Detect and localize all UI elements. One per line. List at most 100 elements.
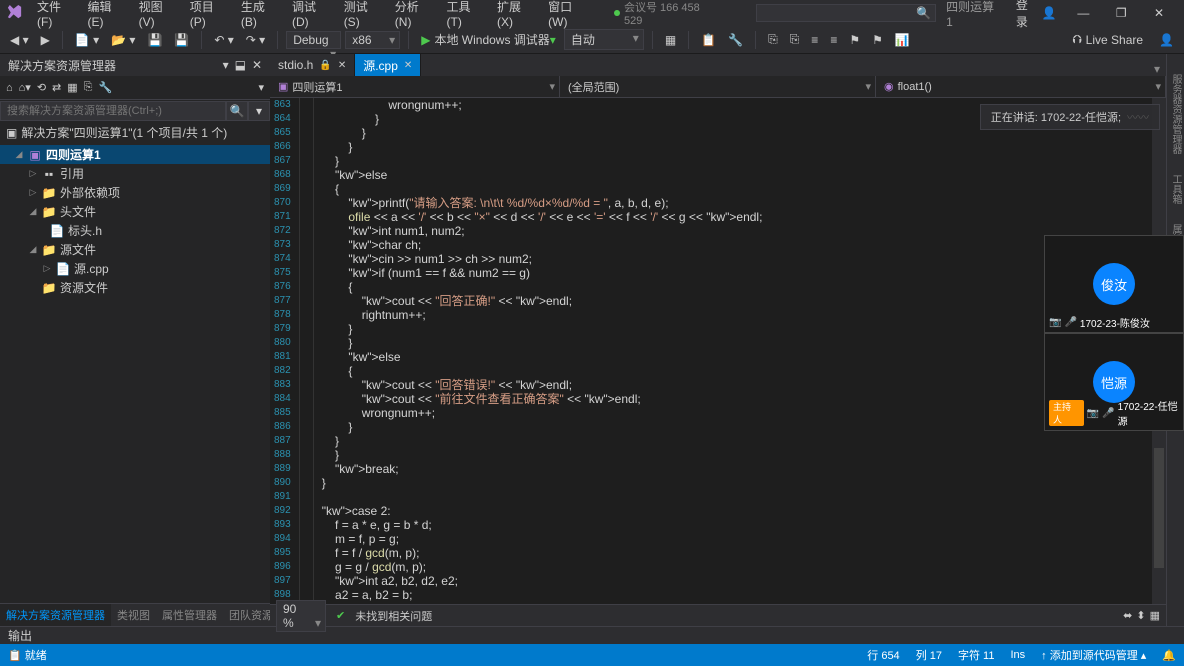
tool-icon-10[interactable]: 📊 <box>891 31 914 49</box>
start-debug-button[interactable]: ▶ 本地 Windows 调试器 ▾ <box>417 29 560 50</box>
menu-debug[interactable]: 调试(D) <box>286 0 336 32</box>
tool-icon-5[interactable]: ⎘ <box>786 30 804 49</box>
editor-tab-stdio[interactable]: stdio.h 🔒 ✕ <box>270 54 355 76</box>
expand-icon[interactable]: ◢ <box>14 149 24 160</box>
redo-button[interactable]: ↷ ▾ <box>242 31 269 49</box>
external-deps-node[interactable]: ▷ 📁 外部依赖项 <box>0 183 270 202</box>
sources-folder[interactable]: ◢ 📁 源文件 <box>0 240 270 259</box>
status-ins: Ins <box>1010 649 1025 661</box>
properties-icon[interactable]: 🔧 <box>98 81 112 94</box>
showall-icon[interactable]: ▦ <box>67 81 77 94</box>
split-h-icon[interactable]: ⬌ <box>1123 609 1132 622</box>
tool-icon-1[interactable]: ▦ <box>661 31 680 49</box>
home-dd-icon[interactable]: ⌂▾ <box>19 81 31 94</box>
login-button[interactable]: 登录 👤 <box>1008 0 1065 30</box>
host-badge: 主持人 <box>1049 400 1084 426</box>
dropdown-icon[interactable]: ▾ <box>223 58 229 72</box>
expand-icon[interactable]: ▷ <box>42 263 52 274</box>
open-button[interactable]: 📂 ▾ <box>107 31 139 49</box>
new-button[interactable]: 📄 ▾ <box>71 31 103 49</box>
menu-tools[interactable]: 工具(T) <box>441 0 489 32</box>
nav-back-button[interactable]: ◀ ▾ <box>6 31 33 49</box>
tab-property-manager[interactable]: 属性管理器 <box>156 604 223 626</box>
nav-fwd-button[interactable]: ▶ <box>37 31 54 49</box>
expand-icon[interactable]: ◢ <box>28 244 38 255</box>
split-icon[interactable]: ▦ <box>1150 609 1160 622</box>
minimize-button[interactable]: — <box>1064 0 1102 26</box>
menu-analyze[interactable]: 分析(N) <box>389 0 439 32</box>
maximize-button[interactable]: ❐ <box>1102 0 1140 26</box>
menu-extensions[interactable]: 扩展(X) <box>491 0 540 32</box>
tab-class-view[interactable]: 类视图 <box>111 604 156 626</box>
zoom-dropdown[interactable]: 90 % <box>276 600 326 632</box>
auto-dropdown[interactable]: 自动 <box>564 29 644 50</box>
platform-dropdown[interactable]: x86 <box>345 31 400 49</box>
tool-icon-4[interactable]: ⎘ <box>764 30 782 49</box>
tool-icon-6[interactable]: ≡ <box>807 31 822 49</box>
tab-solution-explorer[interactable]: 解决方案资源管理器 <box>0 604 111 626</box>
undo-button[interactable]: ↶ ▾ <box>210 31 237 49</box>
expand-icon[interactable]: ◢ <box>28 206 38 217</box>
scope-fn-dropdown[interactable]: ◉ float1() <box>876 76 1166 97</box>
collapse-icon[interactable]: ▾ <box>258 81 264 94</box>
tool-icon-8[interactable]: ⚑ <box>845 31 864 49</box>
solution-node[interactable]: ▣ 解决方案"四则运算1"(1 个项目/共 1 个) <box>0 122 270 143</box>
tab-close-icon[interactable]: ✕ <box>338 60 346 71</box>
code-editor[interactable]: 8638648658668678688698708718728738748758… <box>270 98 1166 604</box>
menu-window[interactable]: 窗口(W) <box>542 0 594 32</box>
menu-view[interactable]: 视图(V) <box>133 0 182 32</box>
output-panel-header[interactable]: 输出 <box>0 626 1184 644</box>
server-explorer-tab[interactable]: 服务器资源管理器 <box>1168 74 1183 154</box>
home-icon[interactable]: ⌂ <box>6 82 13 94</box>
references-node[interactable]: ▷ ▪▪ 引用 <box>0 164 270 183</box>
header-file[interactable]: 📄 标头.h <box>0 221 270 240</box>
video-tile-1[interactable]: 俊汝 📷 🎤 1702-23-陈俊汝 <box>1044 235 1184 333</box>
close-panel-icon[interactable]: ✕ <box>252 58 262 72</box>
tool-icon-2[interactable]: 📋 <box>697 31 720 49</box>
toolbox-tab[interactable]: 工具箱 <box>1168 174 1183 204</box>
pin-icon[interactable]: ⬓ <box>235 58 246 72</box>
code-navbar: ▣ 四则运算1 (全局范围) ◉ float1() <box>270 76 1166 98</box>
expand-icon[interactable]: ▷ <box>28 168 38 179</box>
video-tile-2[interactable]: 恺源 主持人 📷 🎤 1702-22-任恺源 <box>1044 333 1184 431</box>
search-button[interactable]: 🔍 <box>226 101 248 121</box>
search-dd[interactable]: ▾ <box>248 101 270 121</box>
tab-overflow-icon[interactable]: ▾ <box>1148 62 1166 76</box>
tab-close-icon[interactable]: ✕ <box>404 60 412 71</box>
save-all-button[interactable]: 💾 <box>170 31 193 49</box>
copy-icon[interactable]: ⎘ <box>84 81 93 94</box>
expand-icon[interactable]: ▷ <box>28 187 38 198</box>
menu-test[interactable]: 测试(S) <box>338 0 387 32</box>
fold-gutter[interactable] <box>300 98 314 604</box>
tab-lock-icon: 🔒 <box>319 60 331 71</box>
save-button[interactable]: 💾 <box>143 31 166 49</box>
resources-folder[interactable]: ▷ 📁 资源文件 <box>0 278 270 297</box>
tool-icon-3[interactable]: 🔧 <box>724 31 747 49</box>
title-search[interactable]: 🔍 <box>756 4 936 22</box>
solution-search-input[interactable] <box>0 101 226 121</box>
menu-edit[interactable]: 编辑(E) <box>82 0 131 32</box>
editor-tab-source[interactable]: 源.cpp ✕ <box>355 54 421 76</box>
tool-icon-9[interactable]: ⚑ <box>868 31 887 49</box>
meeting-id: 会议号 166 458 529 <box>624 0 716 27</box>
split-v-icon[interactable]: ⬍ <box>1136 609 1145 622</box>
scope-file-dropdown[interactable]: ▣ 四则运算1 <box>270 76 560 97</box>
tool-icon-7[interactable]: ≡ <box>826 31 841 49</box>
feedback-icon[interactable]: 👤 <box>1155 31 1178 49</box>
source-file[interactable]: ▷ 📄 源.cpp <box>0 259 270 278</box>
source-control[interactable]: ↑ 添加到源代码管理 ▴ <box>1041 647 1146 663</box>
scroll-thumb[interactable] <box>1154 448 1164 568</box>
close-button[interactable]: ✕ <box>1140 0 1178 26</box>
notifications-icon[interactable]: 🔔 <box>1162 649 1176 662</box>
headers-folder[interactable]: ◢ 📁 头文件 <box>0 202 270 221</box>
code-text[interactable]: wrongnum++; } } } } "kw">else { "kw">pri… <box>314 98 1166 604</box>
menu-build[interactable]: 生成(B) <box>235 0 284 32</box>
menu-file[interactable]: 文件(F) <box>31 0 79 32</box>
project-node[interactable]: ◢ ▣ 四则运算1 <box>0 145 270 164</box>
menu-project[interactable]: 项目(P) <box>184 0 233 32</box>
liveshare-button[interactable]: ⮉ Live Share <box>1065 32 1152 47</box>
scope-global-dropdown[interactable]: (全局范围) <box>560 76 876 97</box>
refresh-icon[interactable]: ⟲ <box>37 81 46 94</box>
config-dropdown[interactable]: Debug <box>286 31 341 49</box>
sync-icon[interactable]: ⇄ <box>52 81 61 94</box>
